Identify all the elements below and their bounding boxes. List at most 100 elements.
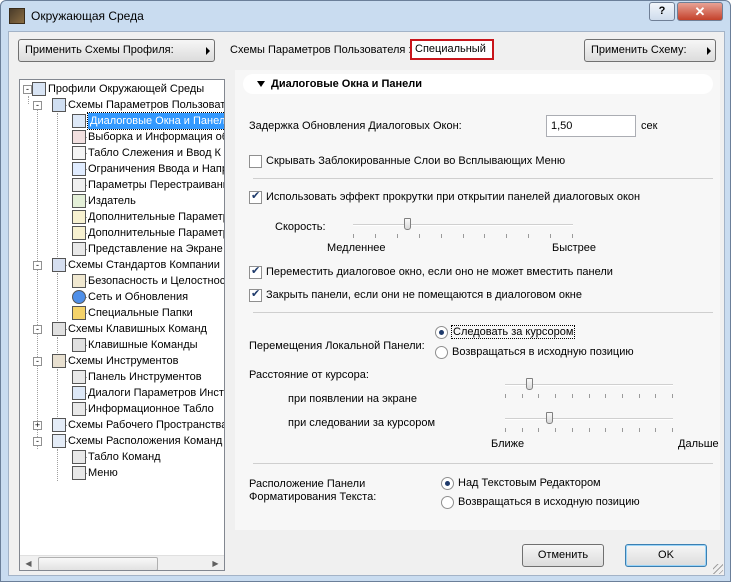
selection-info-icon [72, 130, 86, 144]
apply-profile-button[interactable]: Применить Схемы Профиля: [18, 39, 215, 62]
tree-item[interactable]: Представление на Экране [20, 241, 224, 257]
tree-item[interactable]: Дополнительные Параметр [20, 209, 225, 225]
slider-tick [506, 234, 508, 238]
tree-item[interactable]: Выборка и Информация об [20, 129, 224, 145]
tree-item[interactable]: Клавишные Команды [20, 337, 224, 353]
environment-window: Окружающая Среда ? ✕ Применить Схемы Про… [0, 0, 731, 582]
cancel-button[interactable]: Отменить [522, 544, 604, 567]
above-editor-label: Над Текстовым Редактором [458, 477, 601, 489]
window-title: Окружающая Среда [31, 9, 144, 23]
collapse-icon[interactable]: - [33, 261, 42, 270]
settings-tree[interactable]: - Профили Окружающей Среды - Схемы Параметр… [19, 79, 225, 571]
scroll-thumb[interactable] [38, 557, 158, 570]
collapse-icon[interactable]: - [33, 357, 42, 366]
tree-item[interactable]: Диалоги Параметров Инстр [20, 385, 224, 401]
tree-item-label: Дополнительные Параметр [88, 211, 225, 223]
company-standards-icon [52, 258, 66, 272]
archicad-app-icon [9, 8, 25, 24]
collapse-icon[interactable]: - [33, 101, 42, 110]
on-appear-slider-thumb[interactable] [526, 378, 534, 390]
tree-item-label: Безопасность и Целостнос [88, 275, 225, 287]
follow-cursor-radio[interactable] [435, 326, 448, 339]
tree-item[interactable]: Табло Команд [20, 449, 224, 465]
section-header[interactable]: Диалоговые Окна и Панели [243, 74, 713, 94]
tree-item[interactable]: - Схемы Расположения Команд [20, 433, 224, 449]
on-follow-slider-thumb[interactable] [546, 412, 554, 424]
tree-item[interactable]: Ограничения Ввода и Напр [20, 161, 224, 177]
slider-tick [588, 428, 590, 432]
scroll-right-icon[interactable]: ▶ [207, 556, 224, 570]
tree-item-label: Схемы Стандартов Компании [68, 259, 220, 271]
tree-item[interactable]: Дополнительные Параметр [20, 225, 225, 241]
apply-scheme-button[interactable]: Применить Схему: [584, 39, 716, 62]
hide-locked-checkbox[interactable] [249, 155, 262, 168]
move-dialog-checkbox[interactable] [249, 264, 262, 279]
tree-item[interactable]: Сеть и Обновления [20, 289, 224, 305]
tree-item-label: Дополнительные Параметр [88, 227, 225, 239]
slider-tick [555, 394, 557, 398]
above-editor-radio[interactable] [441, 477, 454, 490]
ok-button[interactable]: OK [625, 544, 707, 567]
slider-tick [462, 234, 464, 238]
tree-item[interactable]: Специальные Папки [20, 305, 224, 321]
tree-item[interactable]: Панель Инструментов [20, 369, 224, 385]
resize-grip[interactable] [713, 564, 723, 574]
slider-tick [638, 428, 640, 432]
delay-input[interactable]: 1,50 [546, 115, 636, 137]
tree-item[interactable]: Диалоговые Окна и Панел [20, 112, 224, 130]
scroll-left-icon[interactable]: ◀ [20, 556, 37, 570]
close-panels-checkbox[interactable] [249, 287, 262, 302]
arrow-right-icon [206, 47, 210, 55]
expand-icon[interactable]: + [33, 421, 42, 430]
on-follow-label: при следовании за курсором [288, 417, 436, 429]
apply-profile-label: Применить Схемы Профиля: [25, 44, 174, 56]
tree-item[interactable]: Безопасность и Целостнос [20, 273, 225, 289]
close-panels-label: Закрыть панели, если они не помещаются в… [266, 289, 582, 301]
local-panel-label: Перемещения Локальной Панели: [249, 340, 425, 352]
tree-item[interactable]: - Схемы Инструментов [20, 353, 224, 369]
tree-item[interactable]: Параметры Перестраивани [20, 177, 224, 193]
format-return-radio[interactable] [441, 496, 454, 509]
title-bar[interactable]: Окружающая Среда ? ✕ [1, 1, 730, 31]
speed-slider-thumb[interactable] [404, 218, 411, 230]
tree-item[interactable]: - Схемы Параметров Пользоват [20, 97, 224, 113]
user-schemes-value: Специальный [410, 39, 494, 60]
slider-tick [505, 394, 506, 398]
tree-horizontal-scrollbar[interactable]: ◀ ▶ [20, 555, 224, 570]
scroll-effect-checkbox[interactable] [249, 189, 262, 204]
tree-item[interactable]: - Схемы Клавишных Команд [20, 321, 224, 337]
tree-item[interactable]: - Схемы Стандартов Компании [20, 257, 224, 273]
slider-tick [672, 394, 673, 398]
on-follow-slider-track[interactable] [505, 418, 673, 420]
dialog-boxes-icon [72, 114, 86, 128]
follow-cursor-label-wrap: Следовать за курсором [450, 325, 576, 339]
slider-tick [418, 234, 420, 238]
speed-slider-track[interactable] [353, 224, 573, 226]
tree-item[interactable]: - Профили Окружающей Среды [20, 81, 224, 97]
tree-item-label: Схемы Расположения Команд [68, 435, 223, 447]
collapse-triangle-icon[interactable] [257, 81, 265, 87]
tree-item[interactable]: Информационное Табло [20, 401, 224, 417]
return-position-radio[interactable] [435, 346, 448, 359]
speed-slow-label: Медленнее [327, 242, 386, 254]
tree-item-label: Табло Команд [88, 451, 161, 463]
collapse-icon[interactable]: - [33, 325, 42, 334]
tree-item[interactable]: Табло Слежения и Ввод К [20, 145, 224, 161]
help-button[interactable]: ? [649, 2, 675, 21]
tree-item[interactable]: Издатель [20, 193, 224, 209]
hide-locked-label: Скрывать Заблокированные Слои во Всплыва… [266, 155, 566, 167]
tree-item[interactable]: Меню [20, 465, 224, 481]
tree-item-label: Табло Слежения и Ввод К [88, 147, 221, 159]
slider-tick [588, 394, 590, 398]
command-board-icon [72, 450, 86, 464]
network-icon [72, 290, 86, 304]
tree-item[interactable]: + Схемы Рабочего Пространства [20, 417, 224, 433]
slider-tick [521, 394, 523, 398]
tree-item-label: Сеть и Обновления [88, 291, 189, 303]
display-icon [72, 242, 86, 256]
collapse-icon[interactable]: - [23, 85, 32, 94]
close-button[interactable]: ✕ [677, 2, 723, 21]
slider-tick [655, 428, 657, 432]
collapse-icon[interactable]: - [33, 437, 42, 446]
publisher-icon [72, 194, 86, 208]
